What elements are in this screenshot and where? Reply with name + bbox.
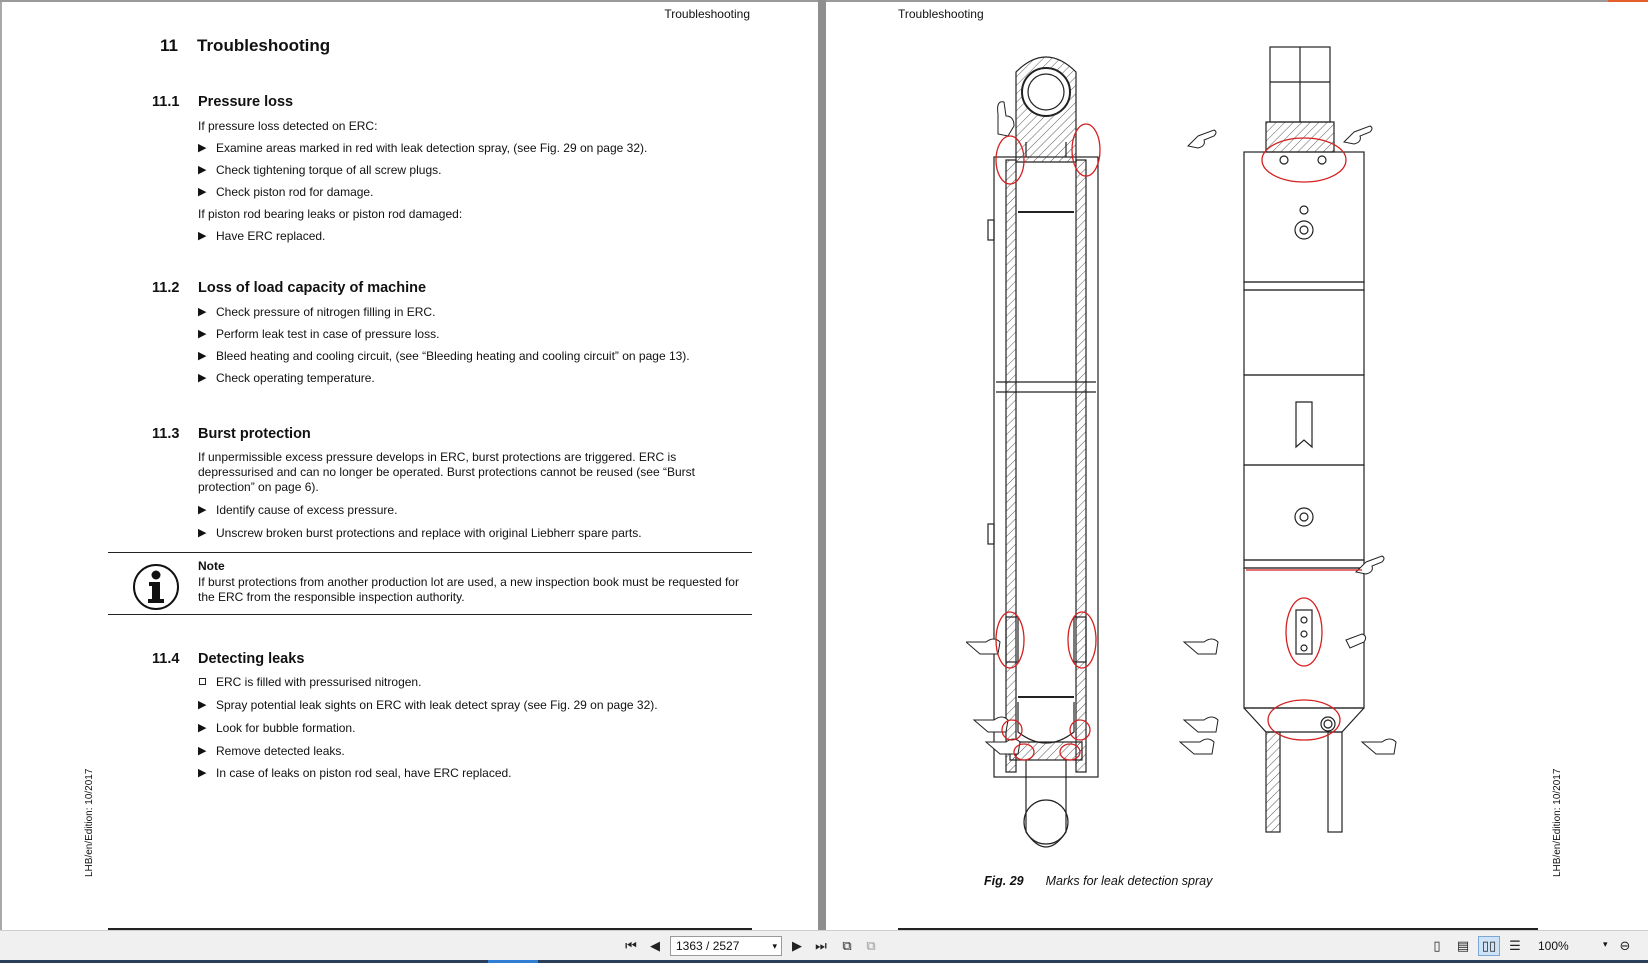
fit-icon: ⧉ bbox=[866, 938, 876, 953]
bullet-arrow-icon: ▶ bbox=[198, 306, 207, 318]
note-text: If burst protections from another produc… bbox=[198, 575, 739, 604]
list-item: ▶ Look for bubble formation. bbox=[198, 721, 356, 735]
list-item: ▶ Check tightening torque of all screw pl… bbox=[198, 163, 442, 177]
left-page: Troubleshooting 11 Troubleshooting 11.1 Pr… bbox=[2, 2, 818, 930]
section-paragraph: If unpermissible excess pressure develop… bbox=[198, 450, 695, 494]
bullet-arrow-icon: ▶ bbox=[198, 230, 207, 242]
two-page-view-button[interactable]: ▯▯ bbox=[1478, 936, 1500, 956]
edition-label: LHB/en/Edition: 10/2017 bbox=[1552, 768, 1563, 877]
zoom-out-button[interactable]: ⊖ bbox=[1614, 936, 1636, 956]
bullet-arrow-icon: ▶ bbox=[198, 328, 207, 340]
two-page-continuous-icon: ☰ bbox=[1509, 938, 1521, 953]
section-heading-burst-protection: 11.3 Burst protection bbox=[152, 426, 311, 442]
list-item: ▶ Perform leak test in case of pressure l… bbox=[198, 327, 440, 341]
bullet-arrow-icon: ▶ bbox=[198, 699, 207, 711]
section-intro: If pressure loss detected on ERC: bbox=[198, 119, 378, 133]
single-page-icon: ▯ bbox=[1433, 938, 1441, 953]
prerequisite-item: ERC is filled with pressurised nitrogen. bbox=[198, 675, 421, 690]
bullet-arrow-icon: ▶ bbox=[198, 350, 207, 362]
page-number-input[interactable]: 1363 / 2527 ▾ bbox=[670, 936, 782, 956]
list-item: ▶ Check pressure of nitrogen filling in E… bbox=[198, 305, 436, 319]
list-item: ▶ Examine areas marked in red with leak d… bbox=[198, 141, 648, 155]
section-heading-pressure-loss: 11.1 Pressure loss bbox=[152, 94, 294, 110]
running-header: Troubleshooting bbox=[898, 7, 984, 21]
last-page-button[interactable]: ⏭ bbox=[810, 936, 832, 956]
section-heading-detecting-leaks: 11.4 Detecting leaks bbox=[152, 651, 305, 667]
running-header: Troubleshooting bbox=[664, 7, 750, 21]
note-title: Note bbox=[198, 559, 225, 573]
continuous-icon: ▤ bbox=[1456, 938, 1470, 953]
chevron-down-icon[interactable]: ▾ bbox=[772, 937, 777, 955]
first-page-icon: ⏮ bbox=[625, 938, 637, 953]
previous-page-button[interactable]: ◀ bbox=[644, 936, 666, 956]
list-item: ▶ Remove detected leaks. bbox=[198, 744, 345, 758]
two-page-icon: ▯▯ bbox=[1481, 938, 1497, 953]
checkbox-square-icon bbox=[199, 678, 206, 685]
bullet-arrow-icon: ▶ bbox=[198, 186, 207, 198]
next-page-button[interactable]: ▶ bbox=[786, 936, 808, 956]
cylinder-drawing bbox=[966, 46, 1397, 848]
continuous-view-button[interactable]: ▤ bbox=[1452, 936, 1474, 956]
list-item: ▶ Identify cause of excess pressure. bbox=[198, 503, 398, 517]
zoom-dropdown-icon[interactable]: ▾ bbox=[1603, 939, 1608, 950]
note-bottom-rule bbox=[108, 614, 752, 615]
section-intro: If piston rod bearing leaks or piston ro… bbox=[198, 207, 463, 221]
edition-label: LHB/en/Edition: 10/2017 bbox=[84, 768, 95, 877]
section-heading-load-capacity: 11.2 Loss of load capacity of machine bbox=[152, 280, 427, 296]
bullet-arrow-icon: ▶ bbox=[198, 722, 207, 734]
next-page-icon: ▶ bbox=[792, 938, 802, 953]
single-page-view-button[interactable]: ▯ bbox=[1426, 936, 1448, 956]
bullet-arrow-icon: ▶ bbox=[198, 372, 207, 384]
bullet-arrow-icon: ▶ bbox=[198, 504, 207, 516]
bullet-arrow-icon: ▶ bbox=[198, 164, 207, 176]
figure-caption: Fig. 29 Marks for leak detection spray bbox=[984, 874, 1213, 888]
last-page-icon: ⏭ bbox=[815, 938, 827, 953]
copy-icon: ⧉ bbox=[842, 938, 852, 953]
first-page-button[interactable]: ⏮ bbox=[620, 936, 642, 956]
viewer-toolbar: ⏮ ◀ 1363 / 2527 ▾ ▶ ⏭ ⧉ ⧉ ▯ ▤ ▯▯ ☰ 100% … bbox=[0, 930, 1648, 963]
zoom-out-icon: ⊖ bbox=[1619, 938, 1631, 953]
list-item: ▶ Bleed heating and cooling circuit, (see… bbox=[198, 349, 690, 363]
fit-button[interactable]: ⧉ bbox=[860, 936, 882, 956]
copy-button[interactable]: ⧉ bbox=[836, 936, 858, 956]
bullet-arrow-icon: ▶ bbox=[198, 527, 207, 539]
list-item: ▶ Unscrew broken burst protections and re… bbox=[198, 526, 642, 540]
two-page-continuous-view-button[interactable]: ☰ bbox=[1504, 936, 1526, 956]
previous-page-icon: ◀ bbox=[650, 938, 660, 953]
note-top-rule bbox=[108, 552, 752, 553]
list-item: ▶ Check piston rod for damage. bbox=[198, 185, 374, 199]
list-item: ▶ Have ERC replaced. bbox=[198, 229, 326, 243]
chapter-heading: 11 Troubleshooting bbox=[160, 36, 331, 55]
page-gutter bbox=[818, 0, 826, 930]
list-item: ▶ Check operating temperature. bbox=[198, 371, 375, 385]
right-page: Troubleshooting Fig. 29 Marks for leak d… bbox=[826, 2, 1648, 930]
list-item: ▶ Spray potential leak sights on ERC with… bbox=[198, 698, 658, 712]
info-icon bbox=[133, 564, 179, 610]
zoom-level[interactable]: 100% bbox=[1538, 939, 1569, 953]
list-item: ▶ In case of leaks on piston rod seal, ha… bbox=[198, 766, 512, 780]
bullet-arrow-icon: ▶ bbox=[198, 767, 207, 779]
bullet-arrow-icon: ▶ bbox=[198, 142, 207, 154]
bullet-arrow-icon: ▶ bbox=[198, 745, 207, 757]
